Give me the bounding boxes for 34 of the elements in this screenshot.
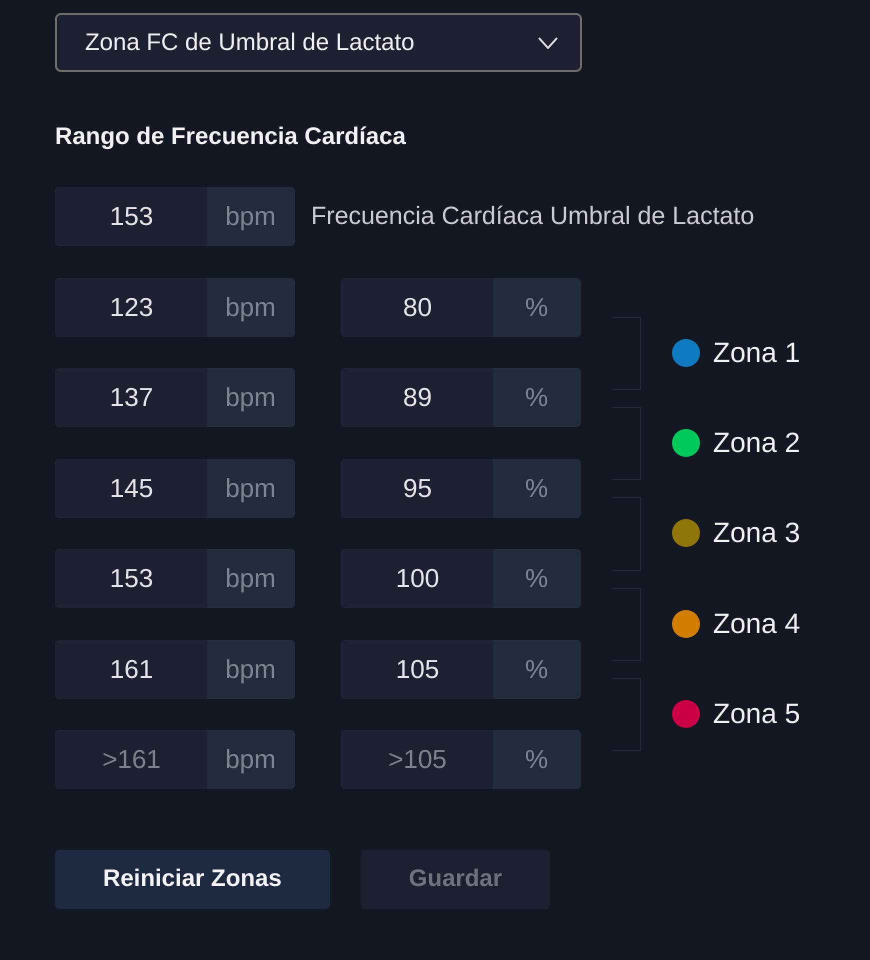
unit-label: %: [493, 549, 581, 608]
unit-label: bpm: [207, 278, 295, 337]
unit-label: %: [493, 458, 581, 518]
zone-method-dropdown[interactable]: Zona FC de Umbral de Lactato: [55, 13, 582, 72]
unit-label: bpm: [207, 368, 295, 428]
unit-label: %: [493, 730, 581, 789]
unit-label: bpm: [207, 187, 295, 246]
unit-label: %: [493, 640, 581, 699]
zone-label: Zona 3: [713, 517, 800, 550]
unit-label: bpm: [207, 730, 295, 789]
zone-label: Zona 5: [713, 698, 800, 730]
bpm-input-field[interactable]: 137: [55, 368, 207, 428]
reset-zones-button[interactable]: Reiniciar Zonas: [55, 850, 330, 909]
bpm-input-field[interactable]: 153: [55, 187, 207, 246]
percent-input-field[interactable]: 95: [341, 458, 493, 518]
percent-input-field[interactable]: 89: [341, 368, 493, 428]
unit-label: bpm: [207, 549, 295, 608]
bpm-input-field[interactable]: 153: [55, 549, 207, 608]
bpm-input-field[interactable]: 145: [55, 458, 207, 518]
percent-input-field[interactable]: 80: [341, 278, 493, 337]
unit-label: %: [493, 368, 581, 428]
unit-label: bpm: [207, 640, 295, 699]
bpm-input-field[interactable]: 161: [55, 640, 207, 699]
unit-label: bpm: [207, 458, 295, 518]
bpm-input-field[interactable]: 123: [55, 278, 207, 337]
threshold-label: Frecuencia Cardíaca Umbral de Lactato: [311, 202, 754, 231]
unit-label: %: [493, 278, 581, 337]
section-title: Rango de Frecuencia Cardíaca: [55, 122, 407, 152]
zone-label: Zona 2: [713, 427, 800, 460]
percent-input-field[interactable]: 100: [341, 549, 493, 608]
zone-label: Zona 1: [713, 336, 800, 369]
percent-input-field[interactable]: 105: [341, 640, 493, 699]
zone-label: Zona 4: [713, 608, 800, 640]
chevron-down-icon: [538, 36, 558, 48]
